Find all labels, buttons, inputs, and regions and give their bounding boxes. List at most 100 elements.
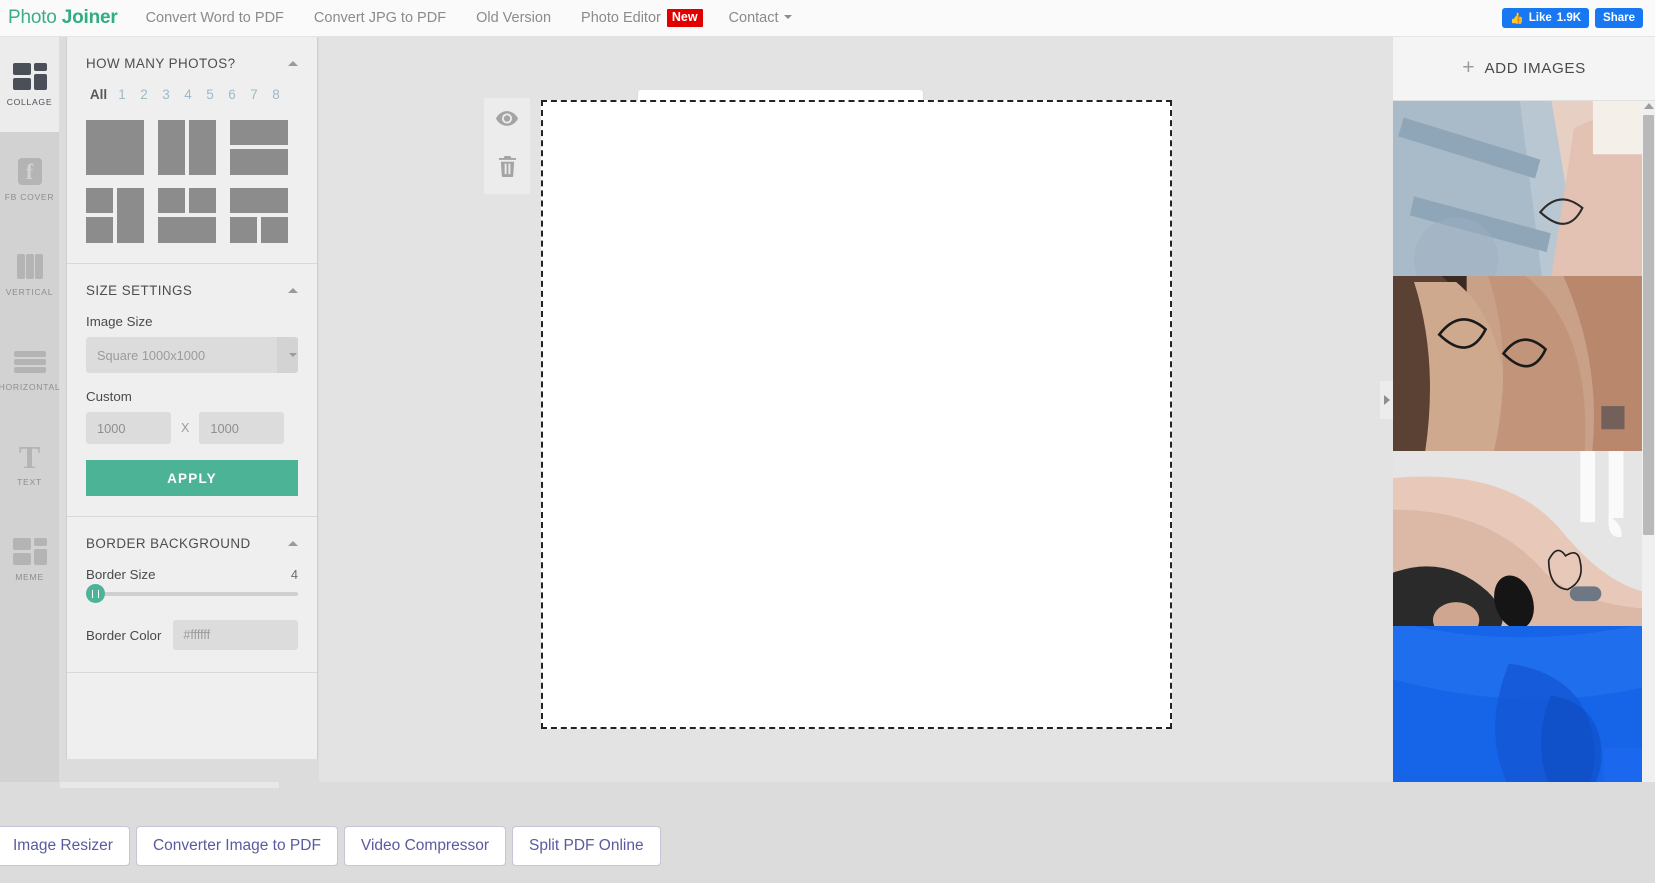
custom-height-input[interactable] bbox=[199, 412, 285, 444]
sidebar-item-text-label: TEXT bbox=[17, 476, 42, 487]
photo-count-2[interactable]: 2 bbox=[133, 87, 155, 102]
photo-count-8[interactable]: 8 bbox=[265, 87, 287, 102]
photo-count-all[interactable]: All bbox=[86, 87, 111, 102]
sidebar-item-fb-cover[interactable]: f FB COVER bbox=[0, 132, 59, 227]
size-separator: X bbox=[181, 421, 190, 435]
custom-size-inputs: X bbox=[86, 412, 298, 444]
nav-link-old-version[interactable]: Old Version bbox=[476, 10, 551, 26]
custom-width-input[interactable] bbox=[86, 412, 171, 444]
border-color-label: Border Color bbox=[86, 627, 162, 643]
border-color-input[interactable] bbox=[173, 620, 298, 650]
thumbnail-tattoo-photo-two-wrists-hearts[interactable] bbox=[1393, 276, 1655, 451]
sidebar-item-collage-label: COLLAGE bbox=[6, 96, 53, 107]
chevron-up-icon[interactable] bbox=[288, 288, 298, 293]
horizontal-scrollbar[interactable] bbox=[60, 782, 279, 788]
layout-template-left-split-right-tall[interactable] bbox=[86, 188, 144, 243]
chevron-down-icon bbox=[783, 15, 792, 19]
collapse-right-panel-button[interactable] bbox=[1380, 381, 1393, 419]
custom-size-label: Custom bbox=[86, 389, 132, 404]
sidebar-item-horizontal-label: HORIZONTAL bbox=[0, 381, 61, 392]
facebook-share-button[interactable]: Share bbox=[1595, 8, 1643, 28]
photo-count-3[interactable]: 3 bbox=[155, 87, 177, 102]
chevron-up-icon[interactable] bbox=[288, 541, 298, 546]
nav-link-photo-editor[interactable]: Photo Editor bbox=[581, 10, 661, 26]
thumbnail-photo-blue-overlay[interactable] bbox=[1393, 626, 1655, 782]
brand-logo[interactable]: Photo Joiner bbox=[8, 7, 118, 29]
collage-canvas[interactable] bbox=[541, 100, 1172, 729]
bottom-link-video-compressor[interactable]: Video Compressor bbox=[343, 826, 507, 866]
facebook-share-label: Share bbox=[1603, 12, 1635, 24]
section-border-background-header[interactable]: BORDER BACKGROUND bbox=[86, 517, 298, 567]
layout-template-single-cell[interactable] bbox=[86, 120, 144, 175]
brand-photo-text: Photo bbox=[8, 7, 62, 28]
section-how-many-photos-header[interactable]: HOW MANY PHOTOS? bbox=[86, 37, 298, 87]
add-images-label: ADD IMAGES bbox=[1484, 60, 1586, 77]
photo-count-1[interactable]: 1 bbox=[111, 87, 133, 102]
border-size-row: Border Size 4 bbox=[86, 567, 298, 582]
layout-template-two-top-one-bottom[interactable] bbox=[158, 188, 216, 243]
image-library-panel: + ADD IMAGES bbox=[1393, 37, 1655, 782]
photo-count-filter: All 1 2 3 4 5 6 7 8 bbox=[86, 87, 298, 102]
add-images-button[interactable]: + ADD IMAGES bbox=[1393, 37, 1655, 101]
layout-template-two-rows[interactable] bbox=[230, 120, 288, 175]
thumbnail-list bbox=[1393, 101, 1655, 782]
chevron-down-icon[interactable] bbox=[277, 337, 298, 373]
collage-icon bbox=[12, 62, 47, 90]
photo-count-4[interactable]: 4 bbox=[177, 87, 199, 102]
thumbnail-scrollbar[interactable] bbox=[1642, 101, 1655, 782]
chevron-right-icon bbox=[1383, 395, 1390, 405]
chevron-up-icon[interactable] bbox=[288, 61, 298, 66]
border-size-slider-handle[interactable] bbox=[86, 584, 105, 603]
bottom-links-group: Image Resizer Converter Image to PDF Vid… bbox=[0, 826, 661, 866]
image-size-label: Image Size bbox=[86, 314, 153, 329]
vertical-layout-icon bbox=[13, 253, 47, 280]
apply-button[interactable]: APPLY bbox=[86, 460, 298, 496]
border-size-value: 4 bbox=[290, 567, 298, 582]
image-size-select-value: Square 1000x1000 bbox=[97, 347, 206, 363]
brand-joiner-text: Joiner bbox=[61, 7, 118, 28]
section-border-background: BORDER BACKGROUND Border Size 4 Border C… bbox=[67, 517, 317, 673]
facebook-icon: f bbox=[13, 157, 47, 185]
horizontal-layout-icon bbox=[13, 348, 47, 375]
trash-icon[interactable] bbox=[498, 155, 517, 182]
sidebar-item-meme[interactable]: MEME bbox=[0, 512, 59, 607]
text-icon: T bbox=[18, 438, 41, 475]
layout-template-one-top-two-bottom[interactable] bbox=[230, 188, 288, 243]
nav-link-contact[interactable]: Contact bbox=[729, 10, 792, 26]
nav-link-contact-label: Contact bbox=[728, 10, 779, 26]
thumbnail-tattoo-photo-denim-wrist-heart[interactable] bbox=[1393, 101, 1655, 276]
eye-icon[interactable] bbox=[496, 110, 518, 131]
section-border-background-title: BORDER BACKGROUND bbox=[86, 536, 251, 551]
border-size-label: Border Size bbox=[86, 567, 156, 582]
photo-count-6[interactable]: 6 bbox=[221, 87, 243, 102]
bottom-link-converter-image-to-pdf[interactable]: Converter Image to PDF bbox=[135, 826, 338, 866]
bottom-link-image-resizer[interactable]: Image Resizer bbox=[0, 826, 130, 866]
facebook-social-buttons: 👍 Like 1.9K Share bbox=[1502, 8, 1643, 28]
layout-template-two-columns[interactable] bbox=[158, 120, 216, 175]
nav-link-convert-jpg-to-pdf[interactable]: Convert JPG to PDF bbox=[314, 10, 446, 26]
sidebar-item-collage[interactable]: COLLAGE bbox=[0, 37, 59, 132]
facebook-like-button[interactable]: 👍 Like 1.9K bbox=[1502, 8, 1590, 28]
mode-sidebar: COLLAGE f FB COVER VERTICAL HORIZONTAL T… bbox=[0, 37, 61, 782]
photo-count-5[interactable]: 5 bbox=[199, 87, 221, 102]
sidebar-item-horizontal[interactable]: HORIZONTAL bbox=[0, 322, 61, 417]
section-how-many-photos-title: HOW MANY PHOTOS? bbox=[86, 56, 236, 71]
section-how-many-photos: HOW MANY PHOTOS? All 1 2 3 4 5 6 7 8 bbox=[67, 37, 317, 264]
bottom-link-split-pdf-online[interactable]: Split PDF Online bbox=[512, 826, 661, 866]
border-size-slider[interactable] bbox=[86, 584, 298, 603]
nav-link-convert-word-to-pdf[interactable]: Convert Word to PDF bbox=[146, 10, 284, 26]
section-size-settings-title: SIZE SETTINGS bbox=[86, 283, 193, 298]
sidebar-item-vertical[interactable]: VERTICAL bbox=[0, 227, 59, 322]
layout-template-grid bbox=[86, 120, 298, 263]
border-color-row: Border Color bbox=[86, 620, 298, 672]
new-badge: New bbox=[666, 8, 703, 28]
scroll-up-arrow-icon[interactable] bbox=[1644, 103, 1654, 109]
section-size-settings-header[interactable]: SIZE SETTINGS bbox=[86, 264, 298, 314]
sidebar-item-meme-label: MEME bbox=[15, 571, 44, 582]
scrollbar-thumb[interactable] bbox=[1643, 115, 1654, 535]
image-size-select[interactable]: Square 1000x1000 bbox=[86, 337, 298, 373]
section-size-settings: SIZE SETTINGS Image Size Square 1000x100… bbox=[67, 264, 317, 517]
photo-count-7[interactable]: 7 bbox=[243, 87, 265, 102]
thumbnail-tattoo-photo-anatomical-heart-arm[interactable] bbox=[1393, 451, 1655, 626]
sidebar-item-text[interactable]: T TEXT bbox=[0, 417, 59, 512]
